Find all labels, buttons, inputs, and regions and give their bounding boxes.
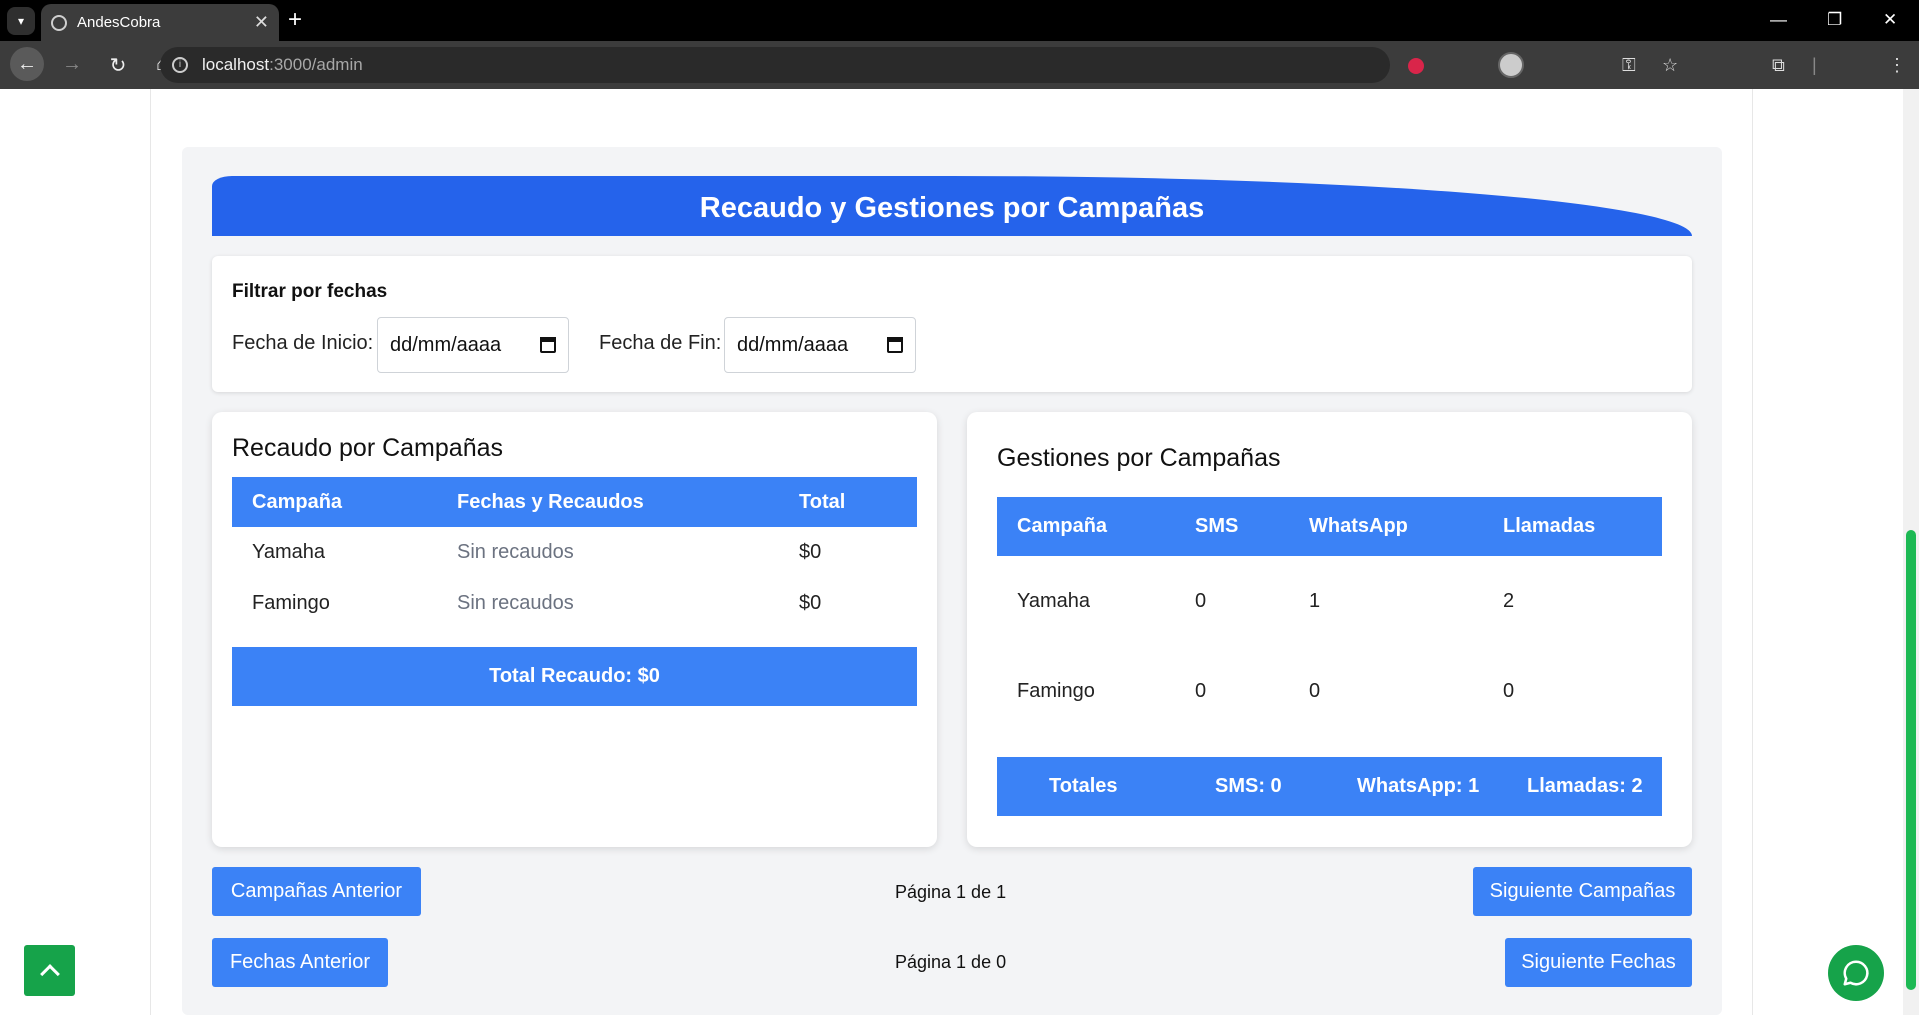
recaudo-card: Recaudo por Campañas Campaña Fechas y Re… (212, 412, 937, 847)
table-header-row: Campaña SMS WhatsApp Llamadas (997, 497, 1662, 556)
toolbar-divider: | (1812, 55, 1817, 75)
restore-icon[interactable]: ❐ (1827, 10, 1842, 30)
column-header: SMS (1175, 497, 1289, 556)
campaign-cell: Famingo (1017, 679, 1095, 702)
dates-prev-button[interactable]: Fechas Anterior (212, 938, 388, 987)
back-icon[interactable]: ← (10, 47, 44, 81)
close-tab-icon[interactable]: ✕ (254, 12, 269, 33)
date-filter-card: Filtrar por fechas Fecha de Inicio: dd/m… (212, 256, 1692, 392)
url-host: localhost (202, 55, 270, 74)
gestiones-card: Gestiones por Campañas Campaña SMS Whats… (967, 412, 1692, 847)
reload-icon[interactable]: ↻ (106, 53, 130, 78)
total-cell: $0 (799, 541, 822, 563)
profile-avatar[interactable] (1498, 52, 1524, 78)
chat-button[interactable] (1828, 945, 1884, 1001)
minimize-icon[interactable]: — (1770, 10, 1787, 30)
browser-tab[interactable]: AndesCobra ✕ (41, 4, 279, 41)
calendar-icon[interactable] (540, 337, 556, 353)
recaudo-table: Campaña Fechas y Recaudos Total Yamaha S… (232, 477, 917, 629)
table-row: Famingo 0 0 0 (997, 646, 1662, 736)
gestiones-table: Campaña SMS WhatsApp Llamadas Yamaha 0 1… (997, 497, 1662, 736)
tab-search-icon[interactable]: ▾ (7, 7, 35, 35)
column-header: Campaña (997, 497, 1175, 556)
totals-whatsapp: WhatsApp: 1 (1357, 775, 1480, 797)
total-cell: $0 (799, 592, 822, 614)
site-info-icon[interactable]: i (172, 57, 188, 73)
totals-label: Totales (1049, 775, 1118, 797)
totals-calls: Llamadas: 2 (1527, 775, 1643, 797)
calls-cell: 2 (1503, 589, 1515, 612)
totals-sms: SMS: 0 (1215, 775, 1282, 797)
calls-cell: 0 (1503, 679, 1515, 702)
column-header: Llamadas (1483, 497, 1662, 556)
extensions-icon[interactable]: ⧉ (1772, 55, 1785, 76)
browser-tab-bar: ▾ AndesCobra ✕ + — ❐ ✕ (0, 0, 1919, 41)
start-date-input[interactable]: dd/mm/aaaa (377, 317, 569, 373)
start-date-label: Fecha de Inicio: (232, 332, 374, 354)
campaign-cell: Yamaha (252, 541, 326, 563)
chevron-up-icon (39, 963, 60, 984)
campaigns-next-button[interactable]: Siguiente Campañas (1473, 867, 1692, 916)
column-header: Campaña (232, 477, 437, 527)
dates-cell: Sin recaudos (457, 541, 574, 563)
campaigns-page-info: Página 1 de 1 (895, 882, 1007, 902)
whatsapp-cell: 0 (1309, 679, 1321, 702)
url-path: :3000/admin (269, 55, 363, 74)
column-header: WhatsApp (1289, 497, 1483, 556)
scroll-top-button[interactable] (24, 945, 75, 996)
sms-cell: 0 (1195, 679, 1207, 702)
campaign-cell: Famingo (252, 592, 330, 614)
end-date-input[interactable]: dd/mm/aaaa (724, 317, 916, 373)
whatsapp-cell: 1 (1309, 589, 1321, 612)
campaign-cell: Yamaha (1017, 589, 1091, 612)
address-bar[interactable]: i localhost :3000/admin (160, 47, 1390, 83)
total-recaudo-bar: Total Recaudo: $0 (232, 647, 917, 706)
new-tab-icon[interactable]: + (288, 8, 302, 32)
dates-next-button[interactable]: Siguiente Fechas (1505, 938, 1692, 987)
window-close-icon[interactable]: ✕ (1883, 10, 1897, 30)
gestiones-title: Gestiones por Campañas (997, 444, 1281, 472)
extension-icon[interactable] (1408, 58, 1424, 74)
table-row: Famingo Sin recaudos $0 (232, 578, 917, 629)
password-key-icon[interactable]: ⚿ (1622, 55, 1636, 76)
bookmark-star-icon[interactable]: ☆ (1662, 55, 1678, 76)
table-row: Yamaha 0 1 2 (997, 556, 1662, 646)
calendar-icon[interactable] (887, 337, 903, 353)
sms-cell: 0 (1195, 589, 1207, 612)
column-header: Fechas y Recaudos (437, 477, 779, 527)
gestiones-totals-bar: Totales SMS: 0 WhatsApp: 1 Llamadas: 2 (997, 757, 1662, 816)
chat-bubble-icon (1843, 960, 1869, 986)
scrollbar-thumb[interactable] (1906, 530, 1916, 990)
dates-cell: Sin recaudos (457, 592, 574, 614)
table-header-row: Campaña Fechas y Recaudos Total (232, 477, 917, 527)
recaudo-title: Recaudo por Campañas (232, 434, 503, 462)
browser-toolbar: ← → ↻ ⌂ i localhost :3000/admin ⚿ ☆ ⧉ | … (0, 41, 1919, 89)
tab-title: AndesCobra (77, 14, 161, 31)
menu-kebab-icon[interactable]: ⋮ (1888, 55, 1906, 76)
table-row: Yamaha Sin recaudos $0 (232, 527, 917, 578)
filter-title: Filtrar por fechas (232, 281, 388, 302)
start-date-value: dd/mm/aaaa (390, 333, 502, 356)
campaigns-prev-button[interactable]: Campañas Anterior (212, 867, 421, 916)
forward-icon[interactable]: → (60, 53, 84, 76)
dates-page-info: Página 1 de 0 (895, 952, 1007, 972)
end-date-value: dd/mm/aaaa (737, 333, 849, 356)
end-date-label: Fecha de Fin: (599, 332, 722, 354)
column-header: Total (779, 477, 917, 527)
globe-icon (51, 14, 67, 31)
